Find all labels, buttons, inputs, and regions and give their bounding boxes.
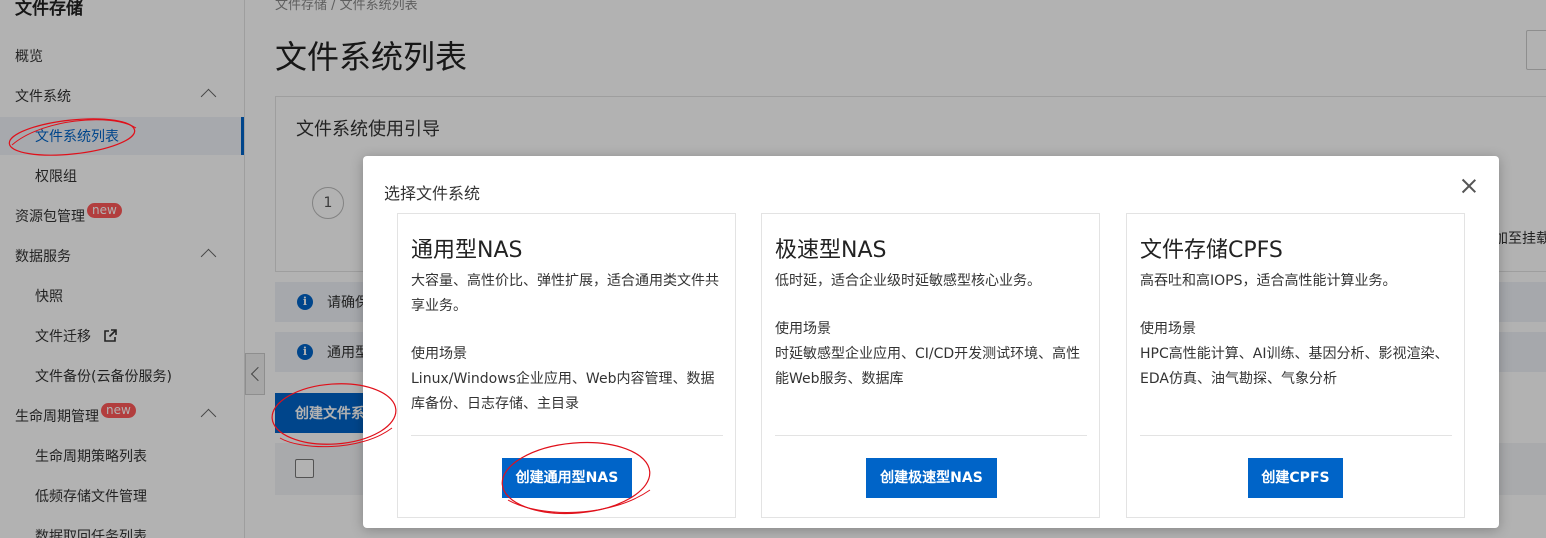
select-file-system-dialog: 选择文件系统 通用型NAS 大容量、高性价比、弹性扩展，适合通用类文件共享业务。… [363,156,1499,528]
close-icon[interactable] [1461,178,1477,194]
scenario-label: 使用场景 [775,321,831,337]
cpfs-card: 文件存储CPFS 高吞吐和高IOPS，适合高性能计算业务。 使用场景 HPC高性… [1126,213,1465,518]
scenario-text: Linux/Windows企业应用、Web内容管理、数据库备份、日志存储、主目录 [411,371,715,412]
scenario-text: 时延敏感型企业应用、CI/CD开发测试环境、高性能Web服务、数据库 [775,346,1081,387]
card-title: 极速型NAS [775,238,887,263]
scenario-label: 使用场景 [1140,321,1196,337]
dialog-title: 选择文件系统 [384,184,481,203]
divider [411,435,723,436]
general-nas-card: 通用型NAS 大容量、高性价比、弹性扩展，适合通用类文件共享业务。 使用场景 L… [397,213,736,518]
card-title: 文件存储CPFS [1140,238,1283,263]
card-description: 高吞吐和高IOPS，适合高性能计算业务。 [1140,273,1397,289]
card-description: 大容量、高性价比、弹性扩展，适合通用类文件共享业务。 [411,273,719,314]
scenario-label: 使用场景 [411,346,467,362]
card-title: 通用型NAS [411,238,523,263]
divider [775,435,1087,436]
card-description: 低时延，适合企业级时延敏感型核心业务。 [775,273,1041,289]
create-cpfs-button[interactable]: 创建CPFS [1248,458,1343,498]
extreme-nas-card: 极速型NAS 低时延，适合企业级时延敏感型核心业务。 使用场景 时延敏感型企业应… [761,213,1100,518]
scenario-text: HPC高性能计算、AI训练、基因分析、影视渲染、EDA仿真、油气勘探、气象分析 [1140,346,1449,387]
create-extreme-nas-button[interactable]: 创建极速型NAS [866,458,997,498]
divider [1140,435,1452,436]
create-general-nas-button[interactable]: 创建通用型NAS [502,458,632,498]
